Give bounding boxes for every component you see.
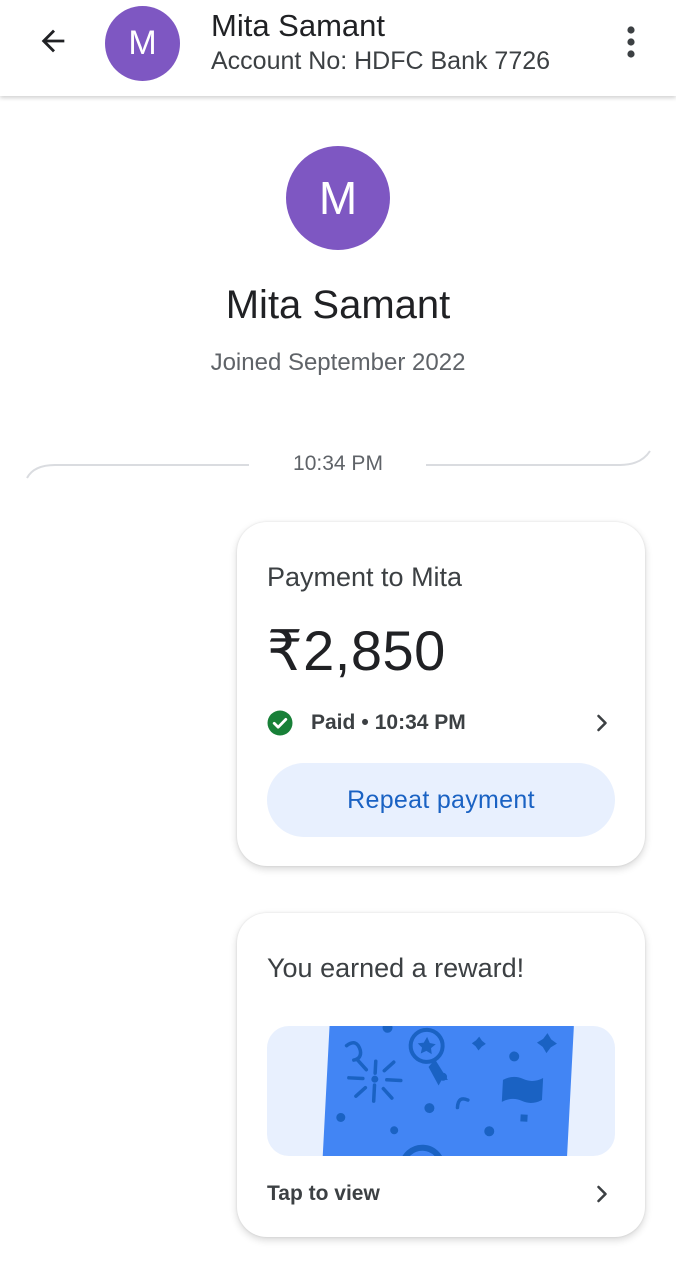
more-options-button[interactable] [612,22,650,66]
payment-title: Payment to Mita [267,562,463,592]
tap-to-view-row[interactable]: Tap to view [267,1179,615,1209]
joined-date: Joined September 2022 [210,349,466,376]
payment-amount: ₹2,850 [267,619,446,682]
header-contact-name[interactable]: Mita Samant [211,8,385,44]
payment-time: 10:34 PM [374,711,466,734]
payment-status: Paid [311,711,356,734]
repeat-payment-button[interactable]: Repeat payment [267,763,615,837]
more-vert-icon [625,25,637,64]
profile-name: Mita Samant [225,283,451,327]
tap-to-view-label: Tap to view [267,1182,380,1205]
profile-avatar-initial: M [318,172,358,224]
time-divider-label: 10:34 PM [293,452,383,475]
chevron-right-icon [589,1181,615,1207]
header-avatar[interactable]: M [105,6,180,81]
payment-card[interactable]: Payment to Mita ₹2,850 Paid • 10:34 PM R… [237,522,645,866]
arrow-back-icon [36,24,70,63]
payment-status-row[interactable]: Paid • 10:34 PM [267,708,615,738]
header-avatar-initial: M [128,24,157,62]
reward-title: You earned a reward! [267,953,525,983]
chevron-right-icon [589,710,615,736]
profile-avatar: M [286,146,390,250]
status-separator: • [361,711,369,734]
reward-card[interactable]: You earned a reward! Tap to view [237,913,645,1237]
check-circle-icon [267,710,293,736]
app-header: M Mita Samant Account No: HDFC Bank 7726 [0,0,676,96]
reward-scratch-card-image[interactable] [267,1026,615,1156]
header-account-number: Account No: HDFC Bank 7726 [211,47,551,75]
back-button[interactable] [28,21,78,65]
